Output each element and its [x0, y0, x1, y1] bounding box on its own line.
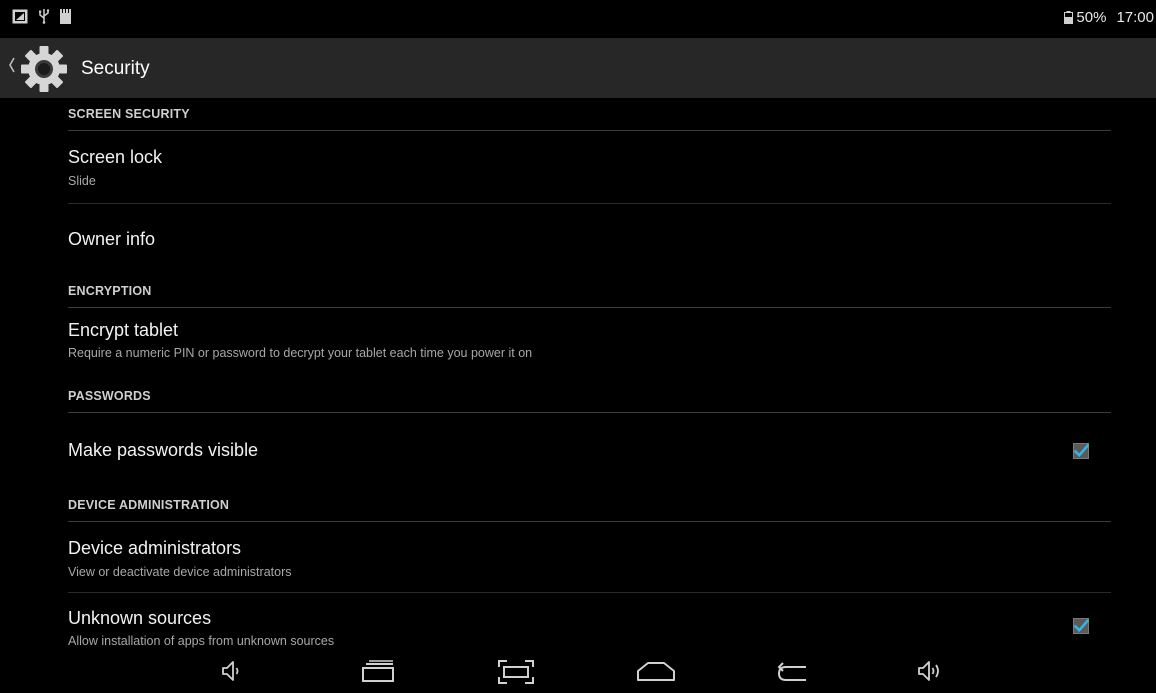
chevron-left-icon [9, 57, 15, 73]
screenshot-icon[interactable] [497, 659, 535, 685]
notification-icons [12, 8, 71, 24]
pref-title: Encrypt tablet [68, 320, 179, 340]
section-header-screen-security: SCREEN SECURITY [68, 98, 1111, 131]
section-header-device-administration: DEVICE ADMINISTRATION [68, 489, 1111, 522]
navigation-bar [0, 651, 1156, 693]
section-header-label: SCREEN SECURITY [68, 107, 190, 121]
pref-title: Device administrators [68, 538, 242, 558]
pref-summary: View or deactivate device administrators [68, 565, 292, 579]
pref-title: Make passwords visible [68, 440, 259, 460]
owner-info-item[interactable]: Owner info [68, 205, 1111, 277]
status-bar: 50% 17:00 [0, 0, 1156, 38]
recent-apps-icon[interactable] [359, 659, 397, 683]
pref-title: Screen lock [68, 147, 163, 167]
settings-list: SCREEN SECURITY Screen lock Slide Owner … [0, 98, 1156, 651]
volume-up-icon[interactable] [917, 659, 945, 683]
clock: 17:00 [1116, 9, 1154, 26]
section-header-label: ENCRYPTION [68, 284, 152, 298]
system-status: 50% 17:00 [1064, 9, 1154, 26]
gear-icon [21, 46, 67, 92]
section-header-encryption: ENCRYPTION [68, 275, 1111, 308]
volume-down-icon[interactable] [221, 659, 243, 683]
battery-percentage: 50% [1076, 9, 1107, 26]
battery-icon [1064, 11, 1074, 24]
screenshot-notification-icon [12, 9, 28, 23]
pref-title: Owner info [68, 229, 156, 249]
pref-summary: Slide [68, 174, 96, 188]
page-title: Security [81, 58, 150, 79]
action-bar: Security [0, 38, 1156, 98]
unknown-sources-checkbox[interactable] [1073, 618, 1089, 634]
make-passwords-visible-checkbox[interactable] [1073, 443, 1089, 459]
back-icon[interactable] [776, 659, 814, 683]
encrypt-tablet-item[interactable]: Encrypt tablet Require a numeric PIN or … [68, 309, 1111, 381]
screen-lock-item[interactable]: Screen lock Slide [68, 132, 1111, 204]
device-administrators-item[interactable]: Device administrators View or deactivate… [68, 523, 1111, 593]
section-header-passwords: PASSWORDS [68, 380, 1111, 413]
pref-summary: Allow installation of apps from unknown … [68, 634, 335, 648]
make-passwords-visible-item[interactable]: Make passwords visible [68, 414, 1111, 486]
usb-icon [39, 9, 50, 24]
unknown-sources-item[interactable]: Unknown sources Allow installation of ap… [68, 594, 1111, 651]
pref-title: Unknown sources [68, 608, 212, 628]
sd-card-icon [60, 8, 71, 24]
pref-summary: Require a numeric PIN or password to dec… [68, 346, 533, 360]
section-header-label: DEVICE ADMINISTRATION [68, 498, 230, 512]
home-icon[interactable] [635, 659, 677, 683]
section-header-label: PASSWORDS [68, 389, 151, 403]
